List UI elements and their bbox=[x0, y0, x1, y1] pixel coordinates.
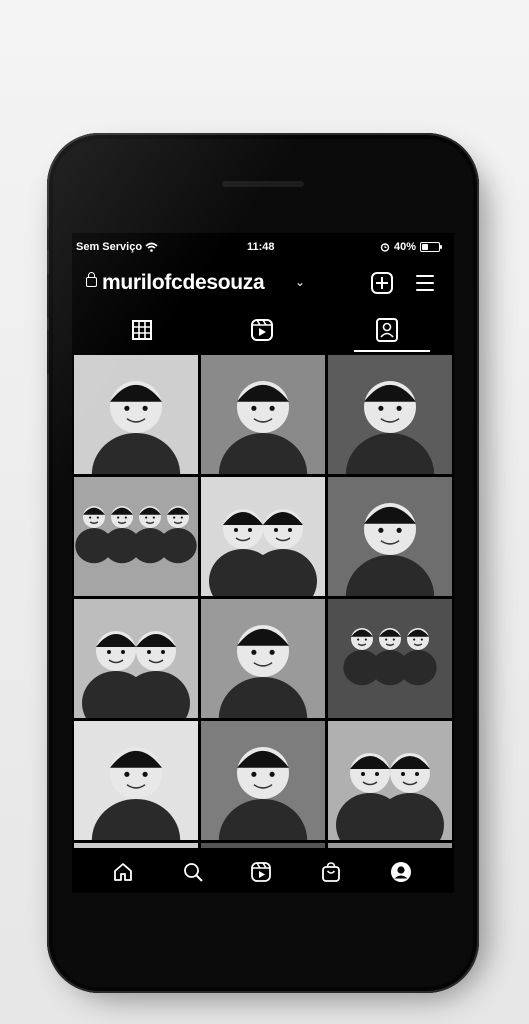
add-icon[interactable] bbox=[371, 272, 393, 294]
phone-body: Sem Serviço 11:48 40% murilofcdesouza ⌄ bbox=[47, 133, 479, 993]
grid-icon[interactable] bbox=[122, 313, 162, 347]
photo-tile[interactable] bbox=[328, 721, 452, 840]
photo-tile[interactable] bbox=[201, 477, 325, 596]
volume-down-button bbox=[47, 329, 49, 375]
photo-tile-partial[interactable] bbox=[328, 843, 452, 848]
menu-icon[interactable] bbox=[416, 275, 434, 291]
active-tab-indicator bbox=[354, 350, 430, 352]
shop-icon[interactable] bbox=[320, 861, 342, 883]
volume-up-button bbox=[47, 273, 49, 319]
photo-tile[interactable] bbox=[74, 721, 198, 840]
clock: 11:48 bbox=[247, 241, 275, 253]
profile-icon[interactable] bbox=[390, 861, 412, 883]
photo-tile[interactable] bbox=[201, 721, 325, 840]
chevron-down-icon[interactable]: ⌄ bbox=[295, 275, 305, 289]
photo-tile[interactable] bbox=[201, 599, 325, 718]
mute-switch bbox=[47, 228, 49, 250]
photo-tile[interactable] bbox=[74, 599, 198, 718]
photo-tile[interactable] bbox=[328, 599, 452, 718]
photo-tile-partial[interactable] bbox=[74, 843, 198, 848]
photo-tile[interactable] bbox=[74, 477, 198, 596]
earpiece bbox=[222, 181, 304, 187]
alarm-icon bbox=[380, 243, 390, 252]
profile-username[interactable]: murilofcdesouza bbox=[102, 271, 265, 295]
profile-header: murilofcdesouza ⌄ bbox=[72, 267, 454, 301]
reels-icon[interactable] bbox=[242, 313, 282, 347]
photo-tile-partial[interactable] bbox=[201, 843, 325, 848]
search-icon[interactable] bbox=[182, 861, 204, 883]
wifi-icon bbox=[145, 242, 158, 252]
lock-icon bbox=[86, 272, 97, 287]
home-icon[interactable] bbox=[112, 861, 134, 883]
screen: Sem Serviço 11:48 40% murilofcdesouza ⌄ bbox=[72, 233, 454, 893]
tagged-icon[interactable] bbox=[367, 313, 407, 347]
photo-tile[interactable] bbox=[201, 355, 325, 474]
battery-percent: 40% bbox=[393, 241, 416, 253]
carrier-label: Sem Serviço bbox=[76, 241, 143, 253]
bottom-navigation bbox=[72, 851, 454, 893]
photo-grid bbox=[72, 353, 454, 848]
profile-tabs bbox=[72, 313, 454, 352]
status-bar: Sem Serviço 11:48 40% bbox=[72, 239, 454, 259]
battery-icon bbox=[420, 242, 442, 252]
photo-tile[interactable] bbox=[328, 477, 452, 596]
photo-tile[interactable] bbox=[74, 355, 198, 474]
reels-icon[interactable] bbox=[250, 861, 272, 883]
photo-tile[interactable] bbox=[328, 355, 452, 474]
